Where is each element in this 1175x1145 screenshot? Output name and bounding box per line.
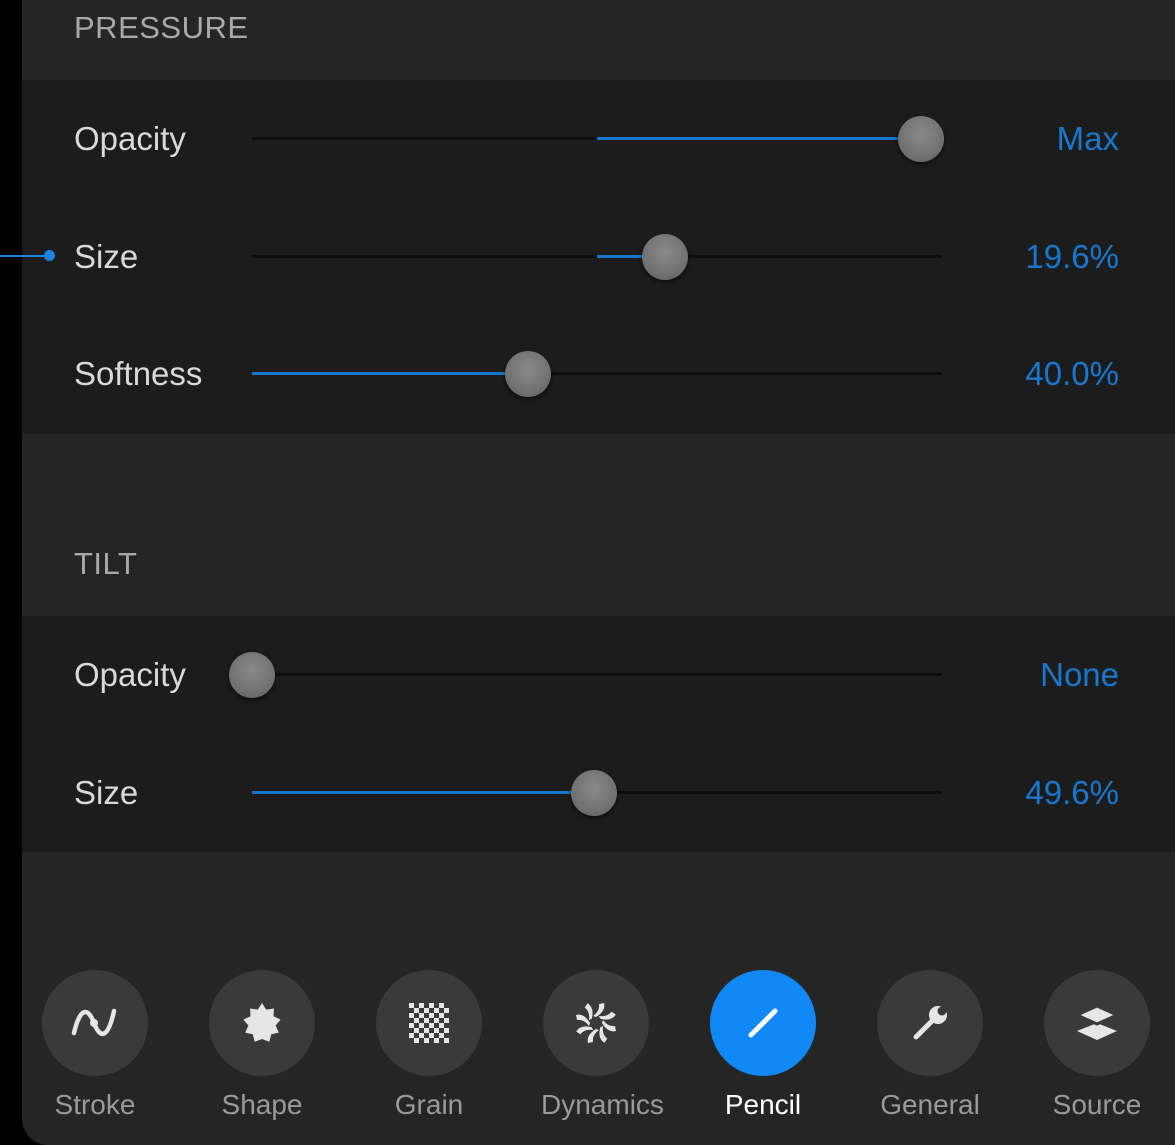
- tilt-settings-group: Opacity None Size 49.6%: [22, 616, 1175, 852]
- tab-label: Grain: [394, 1089, 464, 1120]
- tilt-opacity-slider[interactable]: [229, 652, 942, 698]
- tilt-opacity-value[interactable]: None: [1040, 616, 1119, 733]
- pressure-size-row: Size 19.6%: [22, 198, 1175, 315]
- tab-shape[interactable]: Shape: [207, 970, 317, 1121]
- tilt-size-row: Size 49.6%: [22, 734, 1175, 851]
- pressure-softness-slider[interactable]: [252, 351, 942, 397]
- pressure-softness-row: Softness 40.0%: [22, 315, 1175, 432]
- pressure-opacity-slider[interactable]: [252, 116, 945, 162]
- tab-label: Dynamics: [541, 1089, 664, 1120]
- tab-grain[interactable]: Grain: [374, 970, 484, 1121]
- tilt-size-value[interactable]: 49.6%: [1025, 734, 1119, 851]
- tab-general[interactable]: General: [875, 970, 985, 1121]
- pressure-section-title: PRESSURE: [74, 10, 249, 45]
- tilt-size-slider[interactable]: [252, 770, 942, 816]
- shape-badge-icon: [209, 970, 315, 1076]
- pressure-opacity-value[interactable]: Max: [1057, 80, 1119, 197]
- tab-source[interactable]: Source: [1042, 970, 1152, 1121]
- slider-fill: [252, 791, 595, 794]
- slider-thumb[interactable]: [641, 234, 688, 280]
- pressure-opacity-row: Opacity Max: [22, 80, 1175, 197]
- slider-fill: [252, 372, 528, 375]
- pressure-opacity-label: Opacity: [74, 120, 186, 157]
- tab-pencil[interactable]: Pencil: [708, 970, 818, 1121]
- slider-thumb[interactable]: [505, 351, 551, 397]
- stroke-path-icon: [42, 970, 148, 1076]
- pressure-size-value[interactable]: 19.6%: [1025, 198, 1119, 315]
- slider-thumb[interactable]: [229, 652, 275, 698]
- slider-thumb[interactable]: [898, 116, 945, 162]
- tilt-opacity-row: Opacity None: [22, 616, 1175, 733]
- slider-thumb[interactable]: [571, 770, 618, 816]
- tilt-opacity-label: Opacity: [74, 656, 186, 693]
- tab-dynamics[interactable]: Dynamics: [541, 970, 664, 1121]
- pressure-softness-label: Softness: [74, 355, 203, 392]
- tab-label: Source: [1052, 1089, 1142, 1120]
- pointer-line: [0, 255, 48, 257]
- brush-settings-panel: PRESSURE Opacity Max Size 19.6% Softness: [22, 0, 1175, 1145]
- tab-label: Shape: [221, 1089, 303, 1120]
- wrench-icon: [877, 970, 983, 1076]
- tab-label: Stroke: [54, 1089, 136, 1120]
- tilt-section-title: TILT: [74, 546, 138, 581]
- dynamics-swirl-icon: [543, 970, 649, 1076]
- tilt-size-label: Size: [74, 774, 139, 811]
- grain-checker-icon: [376, 970, 482, 1076]
- pressure-softness-value[interactable]: 40.0%: [1025, 315, 1119, 432]
- pencil-icon: [710, 970, 816, 1076]
- tab-label: Pencil: [724, 1089, 802, 1120]
- tab-stroke[interactable]: Stroke: [40, 970, 150, 1121]
- pressure-size-slider[interactable]: [252, 234, 942, 280]
- pressure-size-label: Size: [74, 238, 139, 275]
- pointer-dot: [44, 250, 55, 261]
- tab-label: General: [880, 1089, 980, 1120]
- slider-fill: [597, 137, 922, 140]
- pressure-settings-group: Opacity Max Size 19.6% Softness 40.0%: [22, 80, 1175, 434]
- layers-icon: [1044, 970, 1150, 1076]
